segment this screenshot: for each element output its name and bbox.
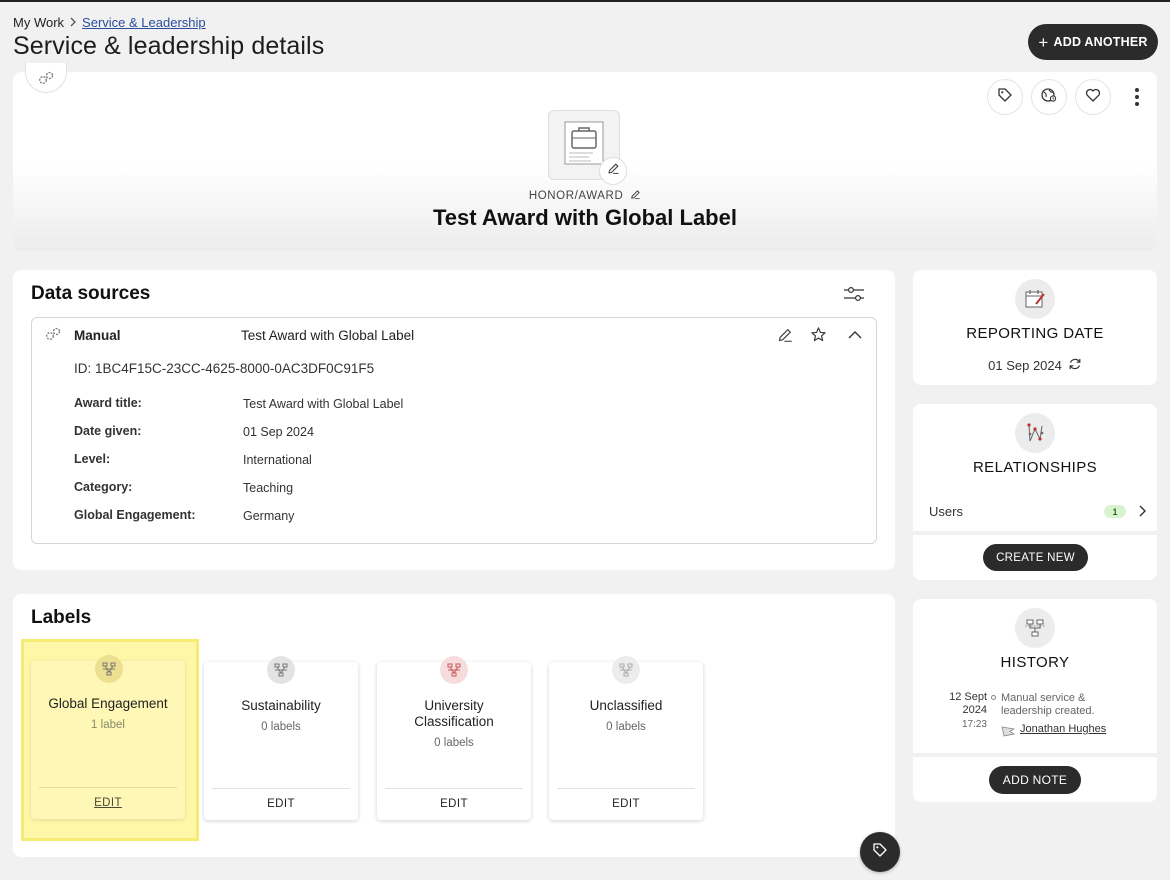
chevron-right-icon <box>69 16 77 30</box>
filter-sliders-icon[interactable] <box>840 283 868 305</box>
label-card-edit-button[interactable]: EDIT <box>377 798 531 810</box>
label-card-name: Unclassified <box>589 698 663 713</box>
star-icon[interactable] <box>810 326 827 348</box>
divider <box>39 787 177 788</box>
breadcrumb-root[interactable]: My Work <box>13 15 64 30</box>
relationships-heading: RELATIONSHIPS <box>972 459 1098 476</box>
data-source-name: Manual <box>74 328 121 343</box>
create-new-button[interactable]: CREATE NEW <box>983 544 1088 571</box>
award-title: Test Award with Global Label <box>433 205 737 230</box>
divider <box>913 531 1157 535</box>
plus-icon: + <box>1038 32 1049 52</box>
favorite-button[interactable] <box>1075 79 1111 115</box>
users-count-badge: 1 <box>1104 505 1126 518</box>
field-value: Germany <box>243 509 295 523</box>
divider <box>557 788 695 789</box>
award-type: HONOR/AWARD <box>0 189 1170 203</box>
label-card-count: 0 labels <box>606 721 646 733</box>
calendar-edit-icon <box>1015 279 1055 319</box>
network-hierarchy-icon <box>612 656 640 684</box>
data-source-heading: Test Award with Global Label <box>241 328 415 343</box>
tag-button[interactable] <box>987 79 1023 115</box>
data-source-id: ID: 1BC4F15C-23CC-4625-8000-0AC3DF0C91F5 <box>74 361 375 376</box>
globe-icon <box>1040 86 1058 109</box>
label-card-name: University Classification <box>414 698 494 729</box>
pencil-icon[interactable] <box>630 189 641 203</box>
more-options-icon[interactable] <box>1126 84 1148 110</box>
tag-icon <box>871 841 889 864</box>
pencil-icon <box>607 162 620 180</box>
refresh-icon[interactable] <box>1068 357 1082 374</box>
label-card-count: 1 label <box>91 719 125 731</box>
reporting-date-heading: REPORTING DATE <box>966 325 1104 342</box>
field-value: Test Award with Global Label <box>243 397 404 411</box>
history-tree-icon <box>1015 608 1055 648</box>
breadcrumb: My Work Service & Leadership <box>13 15 206 30</box>
network-hierarchy-icon <box>440 656 468 684</box>
heart-icon <box>1084 86 1102 109</box>
edit-pencil-icon[interactable] <box>777 327 793 348</box>
field-label: Global Engagement: <box>74 508 196 522</box>
history-user-link[interactable]: Jonathan Hughes <box>1020 723 1106 735</box>
history-entry-date: 12 Sept 2024 <box>949 691 987 716</box>
user-flag-icon <box>1001 724 1016 742</box>
field-label: Award title: <box>74 396 142 410</box>
divider <box>212 788 350 789</box>
edit-thumbnail-button[interactable] <box>599 157 627 185</box>
label-card-sustainability[interactable] <box>204 662 358 820</box>
breadcrumb-current-link[interactable]: Service & Leadership <box>82 15 206 30</box>
field-label: Category: <box>74 480 133 494</box>
field-value: International <box>243 453 312 467</box>
add-note-button[interactable]: ADD NOTE <box>989 766 1081 794</box>
field-value: 01 Sep 2024 <box>243 425 314 439</box>
divider <box>913 753 1157 757</box>
label-card-unclassified[interactable] <box>549 662 703 820</box>
page-title: Service & leadership details <box>13 32 325 60</box>
relationship-graph-icon <box>1015 413 1055 453</box>
data-sources-title: Data sources <box>31 283 151 304</box>
chevron-right-icon[interactable] <box>1138 504 1148 523</box>
globe-button[interactable] <box>1031 79 1067 115</box>
network-hierarchy-icon <box>95 655 123 683</box>
award-type-label: HONOR/AWARD <box>528 190 624 202</box>
gears-icon <box>44 327 62 346</box>
label-card-name: Sustainability <box>241 698 321 713</box>
field-label: Level: <box>74 452 111 466</box>
add-another-label: ADD ANOTHER <box>1053 35 1148 49</box>
label-card-count: 0 labels <box>261 721 301 733</box>
field-value: Teaching <box>243 481 294 495</box>
reporting-date: 01 Sep 2024 <box>913 357 1157 374</box>
divider <box>385 788 523 789</box>
label-card-edit-button[interactable]: EDIT <box>549 798 703 810</box>
label-card-name: Global Engagement <box>48 696 168 711</box>
reporting-date-value: 01 Sep 2024 <box>988 358 1062 373</box>
timeline-dot-icon <box>991 695 996 700</box>
chevron-up-icon[interactable] <box>846 328 864 347</box>
labels-title: Labels <box>31 607 92 628</box>
label-card-edit-button[interactable]: EDIT <box>204 798 358 810</box>
label-card-count: 0 labels <box>434 737 474 749</box>
add-another-button[interactable]: + ADD ANOTHER <box>1028 24 1158 60</box>
label-card-global-engagement[interactable] <box>31 661 185 819</box>
floating-tag-button[interactable] <box>860 832 900 872</box>
history-heading: HISTORY <box>1000 654 1070 671</box>
label-card-edit-button[interactable]: EDIT <box>31 797 185 809</box>
tag-icon <box>996 86 1014 109</box>
history-entry-time: 17:23 <box>961 719 987 730</box>
network-hierarchy-icon <box>267 656 295 684</box>
history-entry-text: Manual service & leadership created. <box>1001 692 1095 717</box>
field-label: Date given: <box>74 424 142 438</box>
users-row-label[interactable]: Users <box>929 504 963 519</box>
